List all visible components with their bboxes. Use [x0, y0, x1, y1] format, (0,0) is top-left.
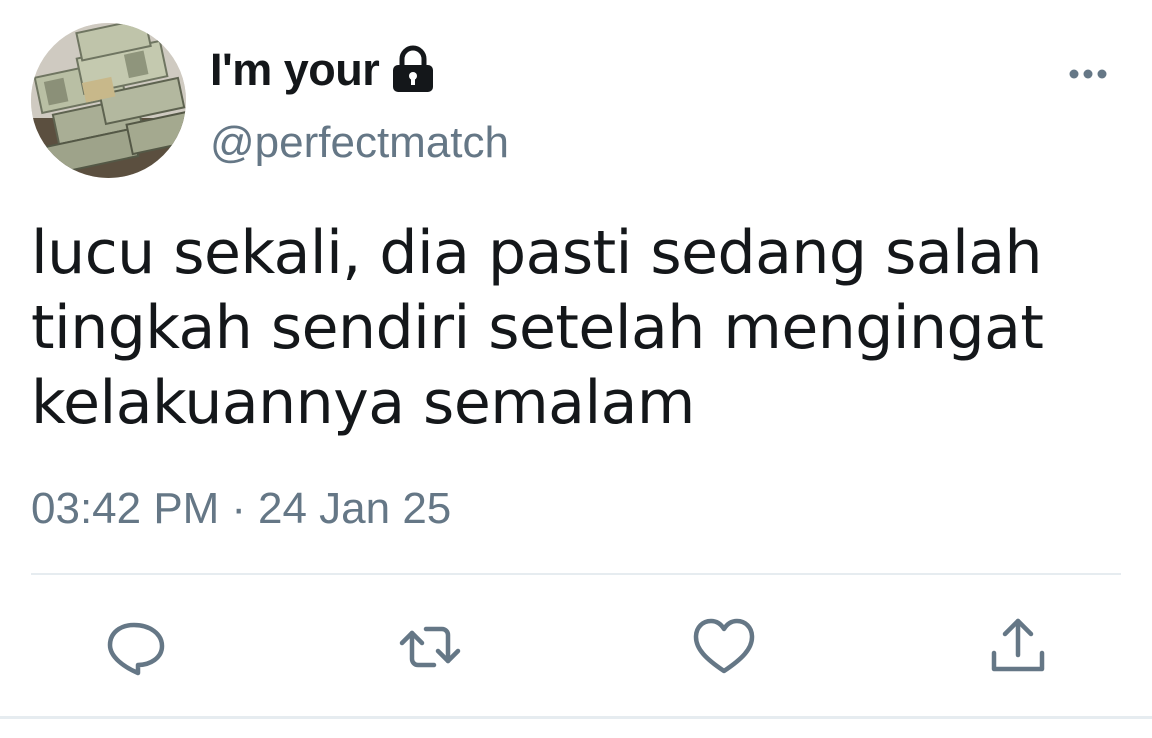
timestamp-separator: ·: [231, 484, 246, 533]
divider: [31, 573, 1121, 575]
share-icon: [991, 618, 1045, 672]
tweet-card: I'm your @perfectmatch lucu sekali, dia …: [0, 0, 1152, 738]
retweet-icon: [399, 626, 461, 668]
tweet-time: 03:42 PM: [31, 484, 220, 533]
avatar[interactable]: [31, 23, 186, 178]
heart-icon: [693, 618, 755, 674]
tweet-timestamp: 03:42 PM · 24 Jan 25: [31, 484, 451, 534]
user-handle[interactable]: @perfectmatch: [210, 118, 509, 168]
more-horizontal-icon[interactable]: [1066, 62, 1110, 86]
reply-button[interactable]: [104, 615, 168, 679]
display-name[interactable]: I'm your: [210, 44, 380, 96]
author-name-row: I'm your: [210, 40, 437, 100]
like-button[interactable]: [692, 615, 756, 679]
lock-icon: [389, 45, 437, 95]
avatar-image: [31, 23, 186, 178]
tweet-text: lucu sekali, dia pasti sedang salah ting…: [31, 218, 1044, 438]
tweet-actions-bar: [0, 615, 1152, 685]
tweet-date: 24 Jan 25: [258, 484, 452, 533]
bottom-divider: [0, 716, 1152, 719]
retweet-button[interactable]: [398, 615, 462, 679]
share-button[interactable]: [986, 615, 1050, 679]
reply-icon: [107, 622, 165, 676]
